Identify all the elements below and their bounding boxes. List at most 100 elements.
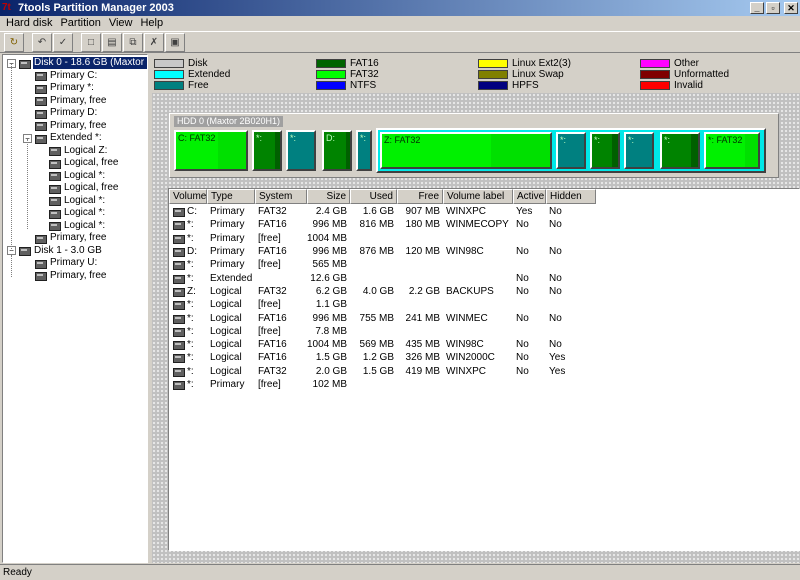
menu-hard-disk[interactable]: Hard disk xyxy=(2,16,56,30)
partition-block[interactable]: *: xyxy=(590,132,620,169)
table-row[interactable]: C: Primary FAT32 2.4 GB 1.6 GB 907 MB WINXPC Ye… xyxy=(169,205,799,218)
legend-label: Linux Swap xyxy=(512,68,564,80)
volume-text: *: xyxy=(187,299,194,311)
partition-block-label: *: xyxy=(594,135,601,145)
partition-block[interactable]: D: xyxy=(322,130,352,171)
maximize-button[interactable]: ▫ xyxy=(766,2,780,14)
partition-block[interactable]: *: xyxy=(624,132,654,169)
table-row[interactable]: *: Primary [free] 102 MB xyxy=(169,378,799,391)
format-button[interactable]: ▤ xyxy=(102,33,122,52)
tree-item[interactable]: Primary, free xyxy=(23,232,108,244)
cell-volume-label: WINXPC xyxy=(446,206,486,218)
partition-block[interactable]: *: FAT32 xyxy=(704,132,760,169)
column-header-system[interactable]: System xyxy=(255,189,307,204)
volume-text: *: xyxy=(187,232,194,244)
tree-item[interactable]: − Disk 1 - 3.0 GB xyxy=(7,245,103,257)
cell-hidden: No xyxy=(549,246,562,258)
cell-active: No xyxy=(516,285,529,297)
tree-item[interactable]: Logical, free xyxy=(37,157,119,169)
partition-block[interactable]: C: FAT32 xyxy=(174,130,248,171)
table-row[interactable]: *: Logical FAT16 1.5 GB 1.2 GB 326 MB WIN2000C… xyxy=(169,351,799,364)
table-row[interactable]: *: Logical FAT16 996 MB 755 MB 241 MB WINMEC No… xyxy=(169,311,799,324)
tree-item-label: Logical Z: xyxy=(64,144,108,156)
disk-tree[interactable]: −Disk 0 - 18.6 GB (Maxtor 2B02Primary C:… xyxy=(2,54,148,563)
partition-block[interactable]: *: xyxy=(252,130,282,171)
delete-partition-icon: ✗ xyxy=(149,37,159,48)
column-header-hidden[interactable]: Hidden xyxy=(546,189,596,204)
volume-icon xyxy=(172,326,185,337)
column-header-volume[interactable]: Volume xyxy=(169,189,207,204)
tree-item[interactable]: Primary D: xyxy=(23,107,98,119)
table-row[interactable]: *: Logical [free] 7.8 MB xyxy=(169,325,799,338)
cell-volume: *: xyxy=(169,298,207,311)
delete-partition-button[interactable]: ✗ xyxy=(144,33,164,52)
tree-item[interactable]: −Disk 0 - 18.6 GB (Maxtor 2B02 xyxy=(7,57,147,69)
partition-icon xyxy=(48,183,61,194)
minimize-button[interactable]: _ xyxy=(750,2,764,14)
cell-size: 565 MB xyxy=(312,259,347,271)
close-button[interactable]: ✕ xyxy=(784,2,798,14)
tree-item[interactable]: Primary, free xyxy=(23,270,108,282)
volume-icon xyxy=(172,246,185,258)
menu-partition[interactable]: Partition xyxy=(56,16,104,30)
disk-map-header: HDD 0 (Maxtor 2B020H1) xyxy=(174,116,284,127)
partition-block[interactable]: *: xyxy=(556,132,586,169)
table-row[interactable]: *: Primary [free] 565 MB xyxy=(169,258,799,271)
menu-view[interactable]: View xyxy=(105,16,137,30)
tree-item[interactable]: Primary, free xyxy=(23,120,108,132)
table-row[interactable]: D: Primary FAT16 996 MB 876 MB 120 MB WIN98C No… xyxy=(169,245,799,258)
cell-hidden: No xyxy=(549,206,562,218)
cell-hidden xyxy=(546,298,596,311)
cell-free xyxy=(397,298,443,311)
tree-item[interactable]: Primary, free xyxy=(23,95,108,107)
tree-item[interactable]: Logical *: xyxy=(37,195,106,207)
tree-item[interactable]: Primary C: xyxy=(23,70,98,82)
column-header-used[interactable]: Used xyxy=(350,189,397,204)
volume-icon xyxy=(172,352,185,364)
column-header-volume-label[interactable]: Volume label xyxy=(443,189,513,204)
partition-block[interactable]: Z: FAT32 xyxy=(380,132,552,169)
table-row[interactable]: *: Logical FAT16 1004 MB 569 MB 435 MB WIN98C N… xyxy=(169,338,799,351)
cell-free xyxy=(397,232,443,245)
cell-hidden: No xyxy=(549,285,562,297)
properties-button[interactable]: ▣ xyxy=(165,33,185,52)
partition-block[interactable]: *: xyxy=(660,132,700,169)
right-pane: HDD 0 (Maxtor 2B020H1) C: FAT32 *: *: D: *: Z… xyxy=(152,93,800,563)
tree-item[interactable]: Primary U: xyxy=(23,257,98,269)
tree-item[interactable]: Logical Z: xyxy=(37,145,108,157)
menu-help[interactable]: Help xyxy=(136,16,167,30)
tree-item[interactable]: Logical *: xyxy=(37,207,106,219)
cell-active xyxy=(513,325,546,338)
volume-text: *: xyxy=(187,352,194,364)
table-row[interactable]: Z: Logical FAT32 6.2 GB 4.0 GB 2.2 GB BACKUPS N… xyxy=(169,285,799,298)
apply-button[interactable]: ✓ xyxy=(53,33,73,52)
tree-item[interactable]: − Extended *: xyxy=(23,132,103,144)
column-header-size[interactable]: Size xyxy=(307,189,350,204)
cell-type: Logical xyxy=(210,312,242,324)
refresh-button[interactable]: ↻ xyxy=(4,33,24,52)
table-row[interactable]: *: Primary FAT16 996 MB 816 MB 180 MB WINMECOP… xyxy=(169,218,799,231)
partition-block[interactable]: *: xyxy=(286,130,316,171)
column-header-type[interactable]: Type xyxy=(207,189,255,204)
cell-type: Logical xyxy=(210,299,242,311)
cell-active xyxy=(513,232,546,245)
legend-item: Linux Ext2(3) xyxy=(478,58,571,69)
undo-button[interactable]: ↶ xyxy=(32,33,52,52)
table-row[interactable]: *: Primary [free] 1004 MB xyxy=(169,232,799,245)
create-partition-button[interactable]: □ xyxy=(81,33,101,52)
tree-item[interactable]: Logical *: xyxy=(37,220,106,232)
table-row[interactable]: *: Extended 12.6 GB No No xyxy=(169,271,799,284)
cell-type: Primary xyxy=(210,379,245,390)
cell-hidden xyxy=(546,258,596,271)
partition-icon xyxy=(34,233,47,244)
tree-item[interactable]: Logical *: xyxy=(37,170,106,182)
copy-partition-button[interactable]: ⧉ xyxy=(123,33,143,52)
tree-item[interactable]: Primary *: xyxy=(23,82,95,94)
partition-block[interactable]: *: xyxy=(356,130,372,171)
table-row[interactable]: *: Logical [free] 1.1 GB xyxy=(169,298,799,311)
legend-swatch xyxy=(316,69,346,79)
tree-item[interactable]: Logical, free xyxy=(37,182,119,194)
column-header-free[interactable]: Free xyxy=(397,189,443,204)
column-header-active[interactable]: Active xyxy=(513,189,546,204)
table-row[interactable]: *: Logical FAT32 2.0 GB 1.5 GB 419 MB WINXPC No… xyxy=(169,365,799,378)
